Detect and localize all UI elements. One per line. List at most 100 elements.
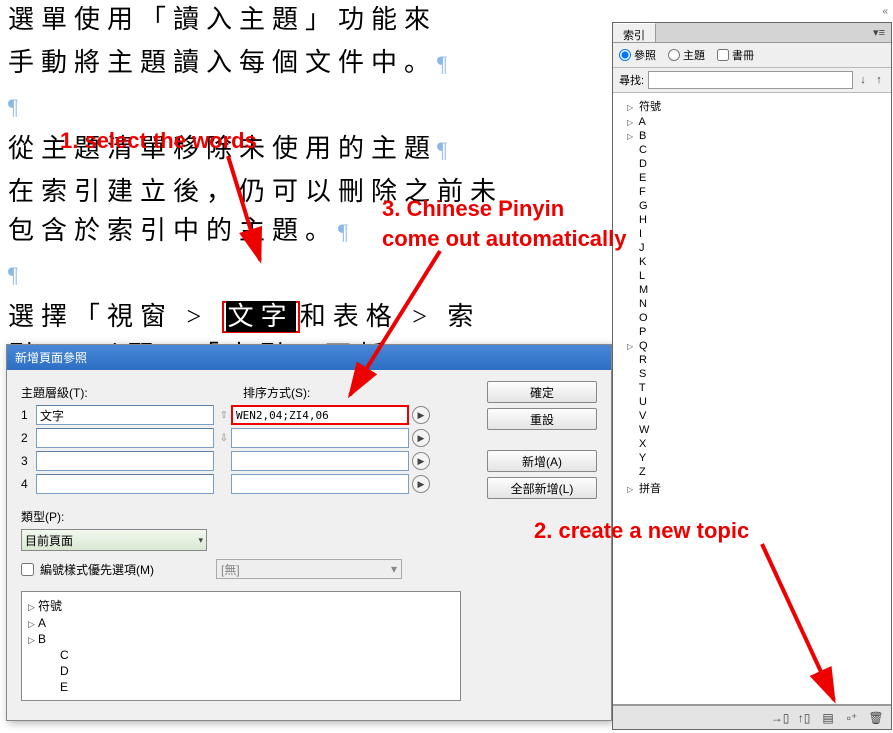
text-line[interactable]: 手動將主題讀入每個文件中。 xyxy=(8,48,437,77)
arrow-2 xyxy=(742,538,862,718)
index-tree-item[interactable]: F xyxy=(615,185,889,199)
index-tree-item[interactable]: U xyxy=(615,395,889,409)
index-tree-item[interactable]: Z xyxy=(615,465,889,479)
radio-topic-input[interactable] xyxy=(668,49,680,61)
index-tree-item[interactable]: ▷ B xyxy=(615,129,889,143)
index-tree-item[interactable]: T xyxy=(615,381,889,395)
index-tree-item[interactable]: ▷ 拼音 xyxy=(615,479,889,497)
tree-item[interactable]: E xyxy=(28,679,454,695)
index-tree-item[interactable]: ▷ Q xyxy=(615,339,889,353)
selected-text[interactable]: 文字 xyxy=(226,301,296,332)
tree-item[interactable]: C xyxy=(28,647,454,663)
annotation-2: 2. create a new topic xyxy=(534,518,749,544)
go-arrow-icon[interactable]: ▶ xyxy=(412,452,430,470)
tree-item[interactable]: D xyxy=(28,663,454,679)
index-tree-item[interactable]: K xyxy=(615,255,889,269)
ok-button[interactable]: 確定 xyxy=(487,381,597,403)
arrow-1 xyxy=(168,150,288,280)
number-style-override-checkbox[interactable] xyxy=(21,563,34,576)
style-value: [無] xyxy=(221,561,240,578)
search-prev-icon[interactable]: ↑ xyxy=(873,74,885,86)
sort-3-input[interactable] xyxy=(231,451,409,471)
style-select: [無] ▾ xyxy=(216,559,402,579)
tree-item[interactable]: ▷A xyxy=(28,615,454,631)
index-tree-item[interactable]: O xyxy=(615,311,889,325)
topic-level-2-input[interactable] xyxy=(36,428,214,448)
selection-highlight-box: 文字 xyxy=(222,301,300,333)
panel-menu-icon[interactable]: ▾≡ xyxy=(867,23,891,42)
disclosure-triangle-icon[interactable]: ▷ xyxy=(627,132,636,141)
index-tree-item[interactable]: P xyxy=(615,325,889,339)
index-tree-item[interactable]: V xyxy=(615,409,889,423)
index-tree-item[interactable]: M xyxy=(615,283,889,297)
index-tree-item[interactable]: X xyxy=(615,437,889,451)
arrow-down-icon[interactable]: ⇩ xyxy=(217,428,231,448)
disclosure-triangle-icon[interactable]: ▷ xyxy=(28,602,38,613)
disclosure-triangle-icon[interactable]: ▷ xyxy=(627,485,636,494)
index-tree-item[interactable]: W xyxy=(615,423,889,437)
panel-collapse-icon[interactable]: « xyxy=(882,6,888,17)
index-tree-item[interactable]: H xyxy=(615,213,889,227)
pilcrow-icon: ¶ xyxy=(437,51,447,76)
chevron-down-icon: ▾ xyxy=(198,535,203,546)
pilcrow-icon: ¶ xyxy=(8,94,18,119)
disclosure-triangle-icon[interactable]: ▷ xyxy=(28,635,38,646)
index-tree-item[interactable]: C xyxy=(615,143,889,157)
type-label: 類型(P): xyxy=(21,508,597,525)
index-tree-item[interactable]: G xyxy=(615,199,889,213)
topic-level-label: 主題層級(T): xyxy=(21,384,243,401)
text-line[interactable]: 選單使用「讀入主題」功能來 xyxy=(8,5,437,34)
radio-reference[interactable]: 參照 xyxy=(619,47,656,63)
index-tree-item[interactable]: J xyxy=(615,241,889,255)
index-tree-item[interactable]: I xyxy=(615,227,889,241)
sort-4-input[interactable] xyxy=(231,474,409,494)
number-style-label: 編號樣式優先選項(M) xyxy=(40,561,154,578)
go-arrow-icon[interactable]: ▶ xyxy=(412,475,430,493)
type-value: 目前頁面 xyxy=(25,532,73,549)
text-line[interactable]: 選擇「視窗 > xyxy=(8,302,222,331)
add-all-button[interactable]: 全部新增(L) xyxy=(487,477,597,499)
panel-chrome: « xyxy=(612,4,892,22)
index-tree-item[interactable]: R xyxy=(615,353,889,367)
tab-index[interactable]: 索引 xyxy=(613,23,656,42)
type-select[interactable]: 目前頁面 ▾ xyxy=(21,529,207,551)
topic-level-1-input[interactable] xyxy=(36,405,214,425)
index-tree-item[interactable]: L xyxy=(615,269,889,283)
index-tree-item[interactable]: ▷ 符號 xyxy=(615,97,889,115)
level-number: 1 xyxy=(21,408,33,422)
index-tree-item[interactable]: D xyxy=(615,157,889,171)
index-tree-item[interactable]: S xyxy=(615,367,889,381)
search-row: 尋找: ↓ ↑ xyxy=(613,68,891,93)
add-button[interactable]: 新增(A) xyxy=(487,450,597,472)
topic-level-4-input[interactable] xyxy=(36,474,214,494)
tree-item[interactable]: ▷B xyxy=(28,631,454,647)
topic-tree[interactable]: ▷符號▷A▷BCDE xyxy=(21,591,461,701)
pilcrow-icon: ¶ xyxy=(338,219,348,244)
index-tree-item[interactable]: E xyxy=(615,171,889,185)
annotation-1: 1. select the words xyxy=(60,128,257,154)
go-arrow-icon[interactable]: ▶ xyxy=(412,429,430,447)
reset-button[interactable]: 重設 xyxy=(487,408,597,430)
check-book-input[interactable] xyxy=(717,49,729,61)
disclosure-triangle-icon[interactable]: ▷ xyxy=(627,118,636,127)
arrow-up-icon[interactable]: ⇧ xyxy=(217,405,231,425)
radio-topic[interactable]: 主題 xyxy=(668,47,705,63)
disclosure-triangle-icon[interactable]: ▷ xyxy=(627,103,636,112)
delete-icon[interactable]: 🗑 xyxy=(869,711,883,725)
search-input[interactable] xyxy=(648,71,853,89)
disclosure-triangle-icon[interactable]: ▷ xyxy=(627,342,636,351)
index-tree-item[interactable]: ▷ A xyxy=(615,115,889,129)
index-tree-item[interactable]: Y xyxy=(615,451,889,465)
index-tree-item[interactable]: N xyxy=(615,297,889,311)
sort-label: 排序方式(S): xyxy=(243,384,310,401)
tree-item[interactable]: ▷符號 xyxy=(28,596,454,615)
topic-level-3-input[interactable] xyxy=(36,451,214,471)
disclosure-triangle-icon[interactable]: ▷ xyxy=(28,619,38,630)
search-label: 尋找: xyxy=(619,72,644,88)
search-next-icon[interactable]: ↓ xyxy=(857,74,869,86)
check-book[interactable]: 書冊 xyxy=(717,47,754,63)
arrow-3 xyxy=(330,245,470,415)
radio-reference-input[interactable] xyxy=(619,49,631,61)
annotation-3a: 3. Chinese Pinyin xyxy=(382,196,564,222)
sort-2-input[interactable] xyxy=(231,428,409,448)
